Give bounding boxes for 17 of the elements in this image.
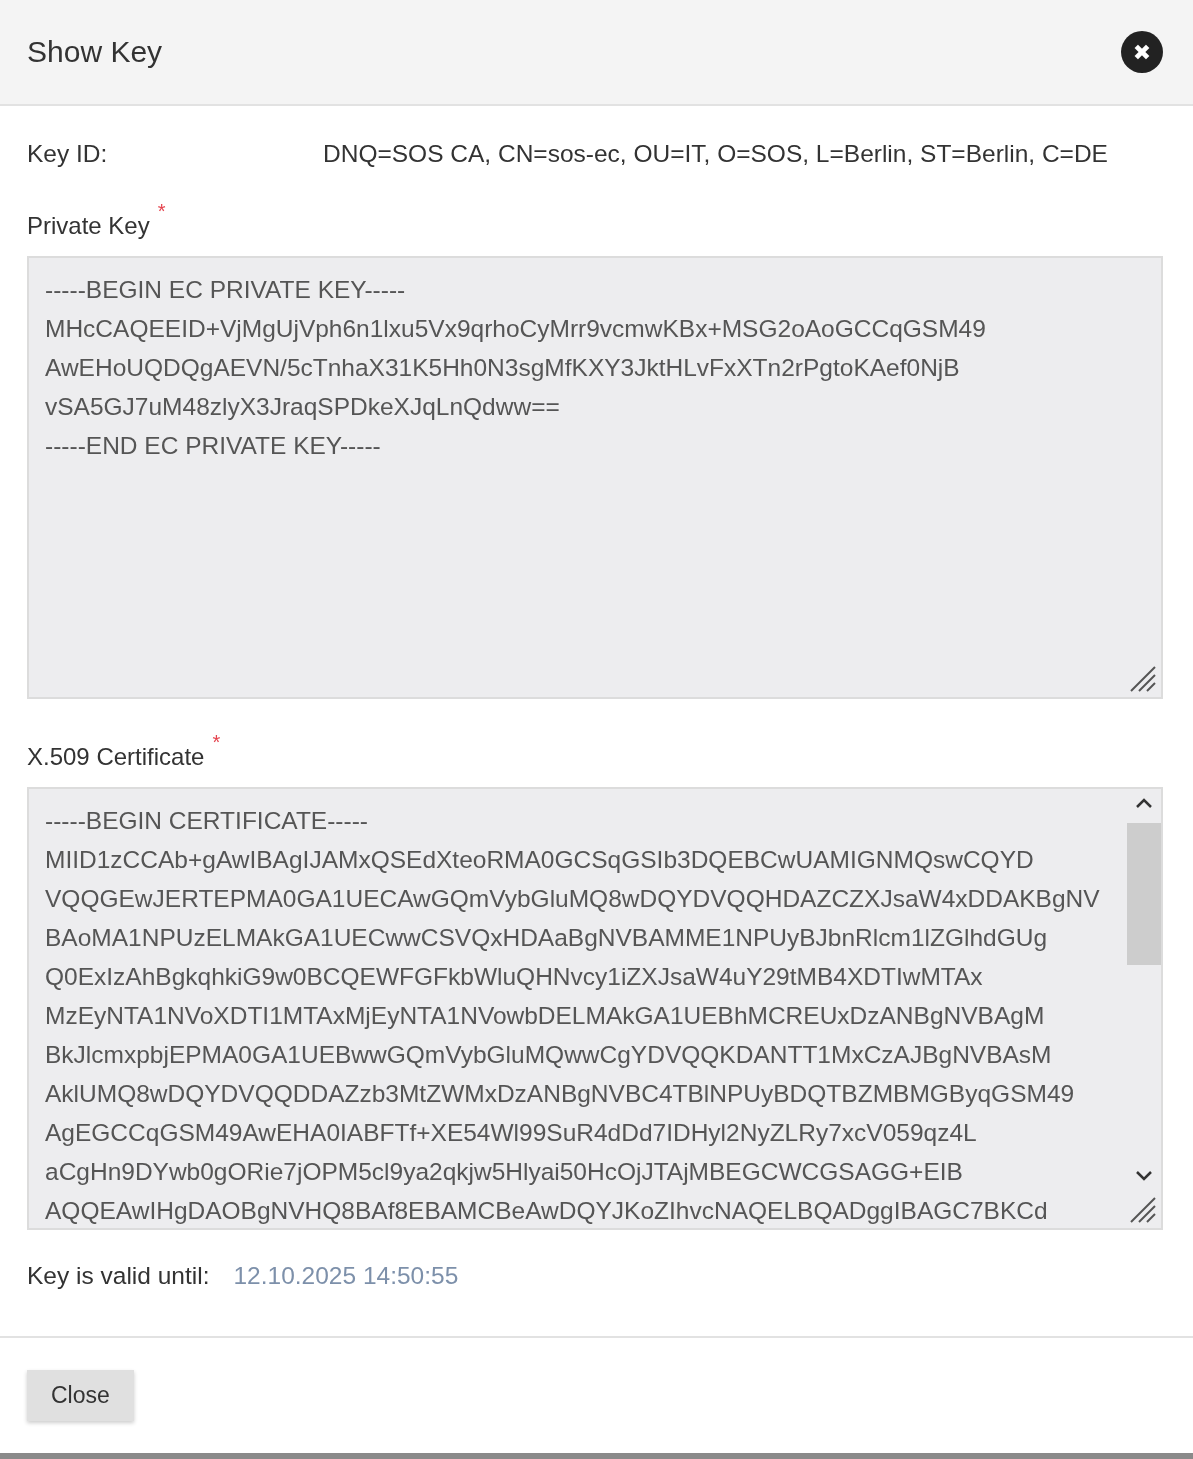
key-id-label: Key ID: (27, 140, 109, 168)
validity-label: Key is valid until: (27, 1262, 210, 1290)
dialog-title: Show Key (27, 35, 163, 69)
resize-handle-icon[interactable] (1129, 1196, 1157, 1224)
close-button[interactable]: Close (27, 1370, 134, 1421)
validity-date: 12.10.2025 14:50:55 (233, 1262, 459, 1290)
resize-handle-icon[interactable] (1129, 665, 1157, 693)
key-text-area[interactable]: -----BEGIN CERTIFICATE----- MIID1zCCAb+gAwIBAgIJAMxQSEdXteoRMA0GCSqGSIb3DQEBCwUAMIGNMQswCQYD VQQGEwJERTEPMA0GA1UECAwGQmVybGluMQ8wDQYDVQQHDAZCZXJsaW4xDDAKBgNV BAoMA1NPUzELMAkGA1UECwwCSVQxHDAaBgNVBAMME1NPUyBJbnRlcm1lZGlhdGUg Q0ExIzAhBgkqhkiG9w0BCQEWFGFkbWluQHNvcy1iZXJsaW4uY29tMB4XDTIwMTAx MzEyNTA1NVoXDTI1MTAxMjEyNTA1NVowbDELMAkGA1UEBhMCREUxDzANBgNVBAgM BkJlcmxpbjEPMA0GA1UEBwwGQmVybGluMQwwCgYDVQQKDANTT1MxCzAJBgNVBAsM AklUMQ8wDQYDVQQDDAZzb3MtZWMxDzANBgNVBC4TBlNPUyBDQTBZMBMGByqGSM49 AgEGCCqGSM49AwEHA0IABFTf+XE54Wl99SuR4dDd7IDHyl2NyZLRy7xcV059qz4L aCgHn9DYwb0gORie7jOPM5cl9ya2qkjw5Hlyai50HcOjJTAjMBEGCWCGSAGG+EIB AQQEAwIHgDAOBgNVHQ8BAf8EBAMCBeAwDQYJKoZIhvcNAQELBQADggIBAGC7BKCd (27, 787, 1163, 1230)
required-mark: * (157, 200, 166, 224)
key-id-value: DNQ=SOS CA, CN=sos-ec, OU=IT, O=SOS, L=Berlin, ST=Berlin, C=DE (323, 140, 1108, 168)
scroll-down-icon[interactable] (1135, 1170, 1153, 1182)
close-icon[interactable]: ✖ (1121, 31, 1163, 73)
key-text-area[interactable]: -----BEGIN EC PRIVATE KEY----- MHcCAQEEID+VjMgUjVph6n1lxu5Vx9qrhoCyMrr9vcmwKBx+MSG2oAoGCCqGSM49 AwEHoUQDQgAEVN/5cTnhaX31K5Hh0N3sgMfKXY3JktHLvFxXTn2rPgtoKAef0NjB vSA5GJ7uM48zlyX3JraqSPDkeXJqLnQdww== -----END EC PRIVATE KEY----- (27, 256, 1163, 699)
field-label: X.509 Certificate (27, 743, 205, 771)
required-mark: * (212, 731, 221, 755)
field-label: Private Key (27, 212, 150, 240)
scroll-up-icon[interactable] (1135, 797, 1153, 809)
